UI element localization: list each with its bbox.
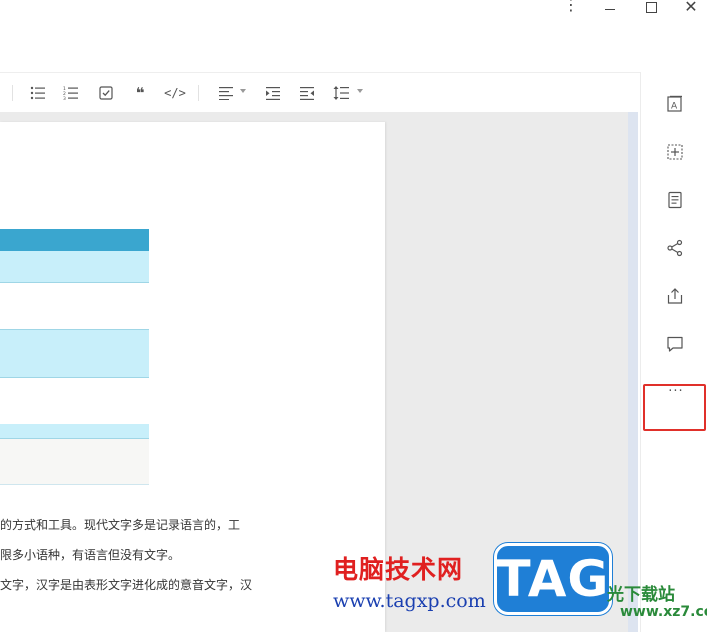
insert-icon[interactable] [665, 142, 685, 162]
checklist-icon[interactable] [97, 83, 115, 103]
watermark-url: www.tagxp.com [333, 590, 486, 612]
restore-icon[interactable] [643, 0, 659, 14]
format-toolbar: 123 ❝ </> [0, 72, 640, 112]
watermark-site-name: 电脑技术网 [333, 555, 464, 584]
table-row[interactable] [0, 439, 149, 484]
paragraph-line[interactable]: 的方式和工具。现代文字多是记录语言的，工 [0, 518, 240, 532]
comment-icon[interactable] [665, 334, 685, 354]
toolbar-divider [198, 85, 199, 101]
paragraph-line[interactable]: 限多小语种，有语言但没有文字。 [0, 548, 180, 562]
watermark-logo: TAG [494, 543, 612, 615]
toolbar-divider [12, 85, 13, 101]
watermark-side-url: www.xz7.com [620, 604, 707, 620]
numbered-list-icon[interactable]: 123 [62, 83, 80, 103]
align-icon[interactable] [217, 83, 235, 103]
table-divider [0, 484, 149, 485]
code-icon[interactable]: </> [164, 83, 186, 103]
minimize-icon[interactable] [602, 0, 618, 14]
table-row[interactable] [0, 251, 149, 282]
text-format-icon[interactable]: A [665, 94, 685, 114]
bulleted-list-icon[interactable] [29, 83, 47, 103]
table-header-row[interactable] [0, 229, 149, 251]
quote-icon[interactable]: ❝ [131, 83, 149, 103]
table-row[interactable] [0, 378, 149, 424]
export-icon[interactable] [665, 286, 685, 306]
table-row[interactable] [0, 283, 149, 329]
share-icon[interactable] [665, 238, 685, 258]
paragraph-line[interactable]: 文字，汉字是由表形文字进化成的意音文字，汉 [0, 578, 252, 592]
chevron-down-icon[interactable] [357, 89, 363, 93]
indent-increase-icon[interactable] [264, 83, 282, 103]
title-bar: ⋮ ✕ [0, 0, 707, 72]
scrollbar[interactable] [628, 112, 638, 632]
svg-text:3: 3 [63, 96, 66, 100]
svg-text:A: A [671, 102, 678, 112]
document-page[interactable]: 的方式和工具。现代文字多是记录语言的，工 限多小语种，有语言但没有文字。 文字，… [0, 122, 385, 632]
chevron-down-icon[interactable] [240, 89, 246, 93]
more-vertical-icon[interactable]: ⋮ [562, 0, 580, 13]
table-row[interactable] [0, 424, 149, 438]
highlight-annotation-box [643, 384, 706, 431]
watermark-side-text: 光下载站 [607, 585, 675, 605]
close-icon[interactable]: ✕ [682, 0, 700, 15]
outline-icon[interactable] [665, 190, 685, 210]
indent-decrease-icon[interactable] [298, 83, 316, 103]
line-spacing-icon[interactable] [332, 83, 350, 103]
table-row[interactable] [0, 330, 149, 377]
